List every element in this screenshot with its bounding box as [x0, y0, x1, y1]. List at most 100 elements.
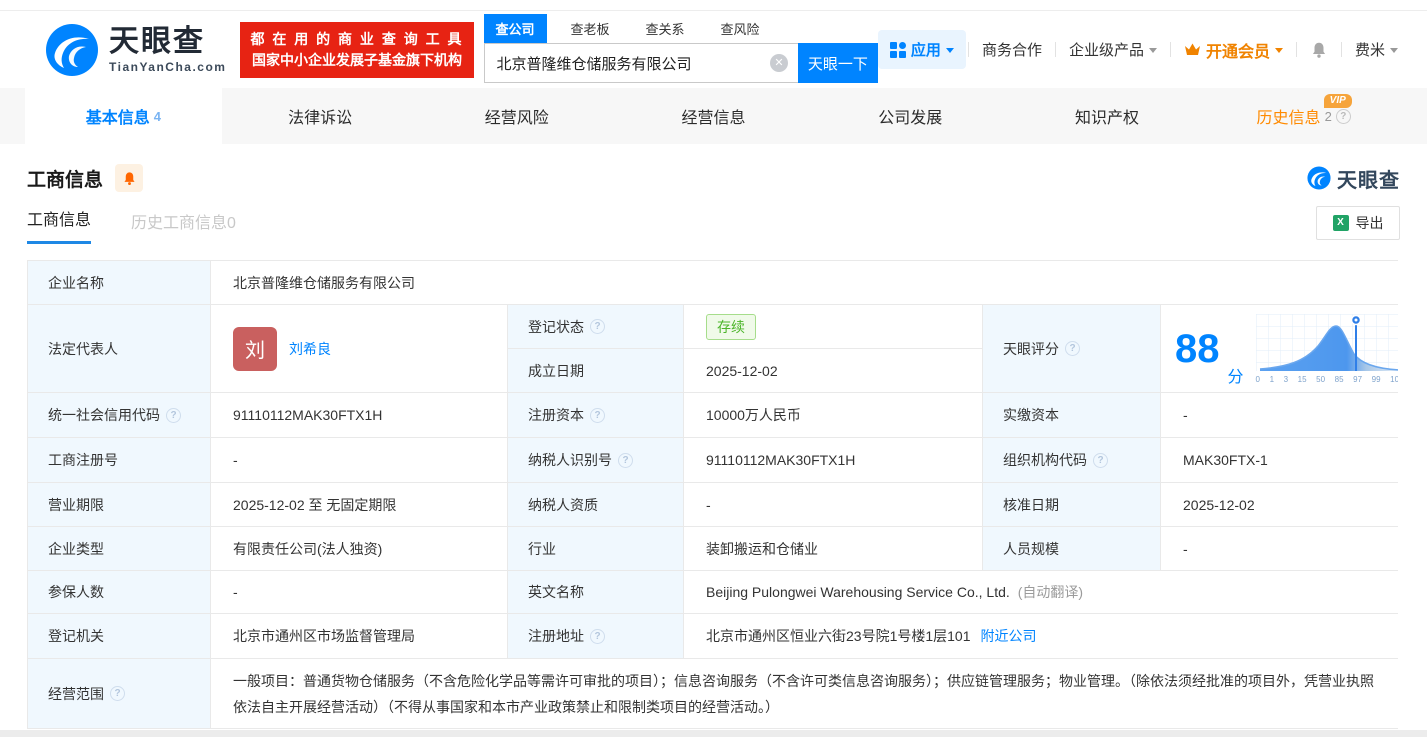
- subtab-history-business-info[interactable]: 历史工商信息0: [131, 209, 236, 244]
- field-label: 统一社会信用代码?: [28, 393, 211, 438]
- chevron-down-icon: [945, 48, 954, 53]
- tab-legal-litigation[interactable]: 法律诉讼: [222, 88, 419, 144]
- apps-menu[interactable]: 应用: [877, 30, 966, 69]
- reg-authority-value: 北京市通州区市场监督管理局: [211, 614, 508, 659]
- site-logo[interactable]: 天眼查 TianYanCha.com: [45, 23, 226, 77]
- divider: [1169, 42, 1171, 57]
- field-label: 注册资本?: [508, 393, 684, 438]
- field-label: 登记机关: [28, 614, 211, 659]
- biz-scope-value: 一般项目：普通货物仓储服务（不含危险化学品等需许可审批的项目）；信息咨询服务（不…: [211, 659, 1398, 728]
- tab-history-info[interactable]: VIP 历史信息 2 ?: [1205, 88, 1402, 144]
- tianyan-score-cell: 88 分 0 1 3 15 50 85 97 99 1: [1161, 305, 1398, 393]
- field-label: 参保人数: [28, 571, 211, 614]
- monitor-bell-button[interactable]: [115, 164, 144, 192]
- tab-label: 历史信息: [1256, 110, 1321, 127]
- nav-enterprise[interactable]: 企业级产品: [1058, 39, 1168, 60]
- help-icon[interactable]: ?: [590, 407, 605, 423]
- nearby-companies-link[interactable]: 附近公司: [981, 626, 1037, 646]
- search-tab-risk[interactable]: 查风险: [709, 14, 772, 43]
- search-button[interactable]: 天眼一下: [797, 43, 878, 83]
- crown-icon: [1184, 43, 1200, 55]
- help-icon[interactable]: ?: [1335, 108, 1351, 124]
- search-box: ✕ 天眼一下: [483, 43, 878, 83]
- subtab-business-info[interactable]: 工商信息: [27, 206, 92, 244]
- slogan-line2: 国家中小企业发展子基金旗下机构: [251, 51, 462, 68]
- search-input-wrap: ✕: [483, 43, 798, 83]
- company-name-value: 北京普隆维仓储服务有限公司: [211, 261, 1398, 305]
- search-tab-company[interactable]: 查公司: [483, 14, 547, 43]
- tab-label: 法律诉讼: [288, 110, 353, 127]
- legal-rep-avatar[interactable]: 刘: [233, 326, 277, 371]
- notifications-button[interactable]: [1299, 41, 1339, 59]
- field-label: 营业期限: [28, 483, 211, 527]
- staff-size-value: -: [1161, 527, 1398, 571]
- auto-translate-note: (自动翻译): [1017, 584, 1084, 600]
- search-tab-relation[interactable]: 查关系: [634, 14, 697, 43]
- help-icon[interactable]: ?: [1065, 341, 1080, 356]
- field-label: 英文名称: [508, 571, 684, 614]
- field-label: 企业类型: [28, 527, 211, 571]
- tianyancha-logo-icon: [1307, 166, 1331, 190]
- tab-count: 2: [1324, 108, 1332, 124]
- watermark-logo: 天眼查: [1307, 164, 1400, 193]
- reg-capital-value: 10000万人民币: [684, 393, 983, 438]
- help-icon[interactable]: ?: [590, 319, 605, 334]
- legal-rep-link[interactable]: 刘希良: [289, 339, 331, 359]
- search-tab-boss[interactable]: 查老板: [559, 14, 622, 43]
- taxpayer-qual-value: -: [684, 483, 983, 527]
- nav-vip[interactable]: 开通会员: [1173, 38, 1294, 62]
- search-area: 查公司 查老板 查关系 查风险 ✕ 天眼一下: [483, 14, 878, 83]
- field-label: 成立日期: [508, 349, 684, 393]
- divider: [1295, 42, 1297, 57]
- help-icon[interactable]: ?: [618, 452, 633, 468]
- site-name: 天眼查: [109, 24, 205, 58]
- insured-value: -: [211, 571, 508, 614]
- export-label: 导出: [1355, 215, 1384, 231]
- tab-intellectual-property[interactable]: 知识产权: [1009, 88, 1206, 144]
- tab-company-development[interactable]: 公司发展: [812, 88, 1009, 144]
- site-domain: TianYanCha.com: [109, 59, 227, 74]
- help-icon[interactable]: ?: [166, 407, 181, 423]
- status-badge: 存续: [706, 313, 756, 340]
- tab-label: 经营信息: [681, 110, 746, 127]
- biz-term-value: 2025-12-02 至 无固定期限: [211, 483, 508, 527]
- vip-label: 开通会员: [1205, 43, 1270, 61]
- brand-slogan: 都 在 用 的 商 业 查 询 工 具 国家中小企业发展子基金旗下机构: [240, 21, 474, 78]
- export-button[interactable]: X 导出: [1316, 206, 1400, 240]
- chevron-down-icon: [1274, 48, 1283, 53]
- tab-basic-info[interactable]: 基本信息 4: [25, 88, 222, 144]
- cooperation-label: 商务合作: [981, 42, 1042, 59]
- field-label: 工商注册号: [28, 438, 211, 483]
- score-unit: 分: [1227, 369, 1244, 386]
- clear-icon[interactable]: ✕: [769, 54, 788, 72]
- english-name-value: Beijing Pulongwei Warehousing Service Co…: [684, 571, 1398, 614]
- approval-date-value: 2025-12-02: [1161, 483, 1398, 527]
- field-label: 企业名称: [28, 261, 211, 305]
- field-label: 天眼评分?: [983, 305, 1161, 393]
- divider: [1340, 42, 1342, 57]
- nav-cooperation[interactable]: 商务合作: [971, 39, 1053, 60]
- user-menu[interactable]: 费米: [1344, 39, 1409, 60]
- help-icon[interactable]: ?: [1093, 452, 1108, 468]
- field-label: 法定代表人: [28, 305, 211, 393]
- field-label: 纳税人资质: [508, 483, 684, 527]
- paid-capital-value: -: [1161, 393, 1398, 438]
- help-icon[interactable]: ?: [590, 628, 605, 644]
- excel-icon: X: [1332, 215, 1349, 231]
- field-label: 核准日期: [983, 483, 1161, 527]
- tab-label: 公司发展: [878, 110, 943, 127]
- tab-operation-risk[interactable]: 经营风险: [418, 88, 615, 144]
- header: 天眼查 TianYanCha.com 都 在 用 的 商 业 查 询 工 具 国…: [0, 10, 1427, 88]
- bell-icon: [123, 171, 135, 185]
- field-label: 组织机构代码?: [983, 438, 1161, 483]
- search-input[interactable]: [484, 54, 770, 72]
- help-icon[interactable]: ?: [110, 686, 125, 701]
- score-distribution-chart: 013 155085 9799100: [1255, 313, 1398, 384]
- field-label: 人员规模: [983, 527, 1161, 571]
- tab-operation-info[interactable]: 经营信息: [615, 88, 812, 144]
- industry-value: 装卸搬运和仓储业: [684, 527, 983, 571]
- vip-badge: VIP: [1323, 94, 1352, 108]
- chevron-down-icon: [1390, 48, 1398, 53]
- section-title: 工商信息: [27, 169, 104, 191]
- watermark-text: 天眼查: [1337, 169, 1400, 192]
